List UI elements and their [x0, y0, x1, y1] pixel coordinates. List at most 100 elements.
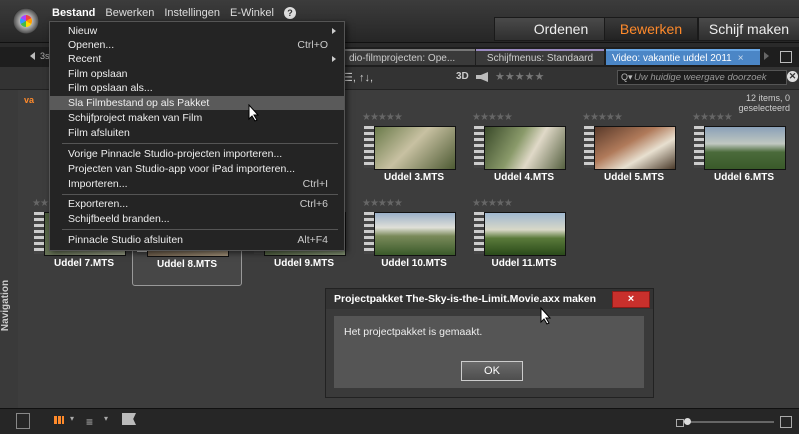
grid-view-icon[interactable]	[54, 416, 64, 424]
tab-schijfmenus[interactable]: Schijfmenus: Standaard	[476, 49, 604, 65]
list-view-dropdown-icon[interactable]: ▾	[104, 414, 108, 423]
zoom-slider-handle[interactable]	[684, 418, 691, 425]
search-input[interactable]: Uw huidige weergave doorzoek	[617, 70, 787, 85]
menu-item-label: Film afsluiten	[68, 127, 130, 139]
menu-item-ipad-importeren[interactable]: Projecten van Studio-app voor iPad impor…	[50, 162, 344, 176]
menu-item-openen[interactable]: Openen... Ctrl+O	[50, 38, 344, 52]
menu-item-recent[interactable]: Recent	[50, 52, 344, 66]
menu-item-importeren[interactable]: Importeren... Ctrl+I	[50, 177, 344, 191]
dialog-title: Projectpakket The-Sky-is-the-Limit.Movie…	[326, 289, 653, 309]
menu-item-label: Schijfproject maken van Film	[68, 112, 203, 124]
tab-video-vakantie[interactable]: Video: vakantie uddel 2011 ×	[606, 49, 760, 65]
menu-bar: Bestand Bewerken Instellingen E-Winkel ?	[52, 7, 296, 19]
film-strip-icon	[34, 212, 44, 254]
menu-bewerken[interactable]: Bewerken	[105, 7, 154, 19]
menu-separator	[62, 194, 338, 195]
menu-item-label: Importeren...	[68, 178, 128, 190]
grid-view-dropdown-icon[interactable]: ▾	[70, 414, 74, 423]
zoom-out-icon[interactable]	[676, 419, 684, 427]
menu-instellingen[interactable]: Instellingen	[164, 7, 220, 19]
navigation-label: Navigation	[0, 279, 12, 332]
menu-item-vorige-projecten-importeren[interactable]: Vorige Pinnacle Studio-projecten importe…	[50, 147, 344, 161]
clip-item[interactable]: ★★★★★ Uddel 10.MTS	[360, 198, 468, 278]
clip-item[interactable]: ★★★★★ Uddel 11.MTS	[470, 198, 578, 278]
film-strip-icon	[694, 126, 704, 168]
clip-rating[interactable]: ★★★★★	[582, 112, 623, 123]
tab-close-icon[interactable]: ×	[738, 53, 744, 64]
menu-item-label: Projecten van Studio-app voor iPad impor…	[68, 163, 296, 175]
clip-thumbnail	[704, 126, 786, 170]
menu-item-schijfproject[interactable]: Schijfproject maken van Film	[50, 111, 344, 125]
menu-item-label: Vorige Pinnacle Studio-projecten importe…	[68, 148, 283, 160]
menu-item-sla-op-als-pakket[interactable]: Sla Filmbestand op als Pakket	[50, 96, 344, 110]
bestand-menu: Nieuw Openen... Ctrl+O Recent Film opslaa…	[49, 21, 345, 251]
menu-item-exporteren[interactable]: Exporteren... Ctrl+6	[50, 197, 344, 211]
ok-button[interactable]: OK	[461, 361, 523, 381]
menu-separator	[62, 229, 338, 230]
mode-bewerken-button[interactable]: Bewerken	[604, 17, 698, 41]
tab-filmprojecten[interactable]: dio-filmprojecten: Ope...	[343, 49, 475, 65]
mode-schijf-maken-button[interactable]: Schijf maken	[698, 17, 799, 41]
audio-filter-icon[interactable]	[476, 72, 488, 82]
clip-name: Uddel 7.MTS	[53, 258, 114, 269]
clip-rating[interactable]: ★★★★★	[472, 198, 513, 209]
clip-item[interactable]: ★★★★★ Uddel 6.MTS	[690, 112, 798, 192]
clip-rating[interactable]: ★★★★★	[692, 112, 733, 123]
clip-item[interactable]: ★★★★★ Uddel 5.MTS	[580, 112, 688, 192]
tab-scroll-right-icon[interactable]	[764, 52, 769, 60]
clip-rating[interactable]: ★★★★★	[362, 198, 403, 209]
film-strip-icon	[474, 212, 484, 254]
menu-item-label: Pinnacle Studio afsluiten	[68, 234, 183, 246]
menu-item-label: Nieuw	[68, 25, 98, 37]
menu-item-shortcut: Ctrl+6	[299, 198, 328, 210]
menu-bestand[interactable]: Bestand	[52, 7, 95, 19]
clip-name: Uddel 5.MTS	[603, 172, 664, 183]
menu-item-shortcut: Ctrl+O	[297, 39, 328, 51]
clip-name: Uddel 9.MTS	[273, 258, 334, 269]
search-icon[interactable]: Q▾	[621, 72, 633, 83]
clip-name: Uddel 8.MTS	[156, 259, 217, 270]
clip-thumbnail	[484, 212, 566, 256]
menu-item-afsluiten[interactable]: Pinnacle Studio afsluiten Alt+F4	[50, 233, 344, 247]
clear-search-icon[interactable]: ✕	[787, 71, 798, 82]
help-icon[interactable]: ?	[284, 7, 296, 19]
projectpakket-dialog: Projectpakket The-Sky-is-the-Limit.Movie…	[325, 288, 654, 398]
film-strip-icon	[364, 212, 374, 254]
clip-item[interactable]: ★★★★★ Uddel 4.MTS	[470, 112, 578, 192]
dialog-message: Het projectpakket is gemaakt.	[344, 326, 483, 338]
clip-item[interactable]: ★★★★★ Uddel 3.MTS	[360, 112, 468, 192]
menu-item-label: Schijfbeeld branden...	[68, 213, 170, 225]
clip-rating[interactable]: ★★★★★	[472, 112, 513, 123]
clip-name: Uddel 10.MTS	[381, 258, 447, 269]
list-view-icon[interactable]: ≡	[86, 415, 93, 429]
tab-scroll-left-icon[interactable]	[30, 52, 35, 60]
dialog-body: Het projectpakket is gemaakt. OK	[334, 316, 644, 388]
sort-control[interactable]: ☰, ↑↓,	[343, 71, 373, 84]
flag-icon[interactable]	[122, 413, 136, 425]
dock-icon[interactable]	[780, 51, 792, 63]
menu-item-label: Openen...	[68, 39, 115, 51]
rating-filter[interactable]: ★★★★★	[495, 70, 544, 83]
menu-item-label: Sla Filmbestand op als Pakket	[68, 97, 210, 109]
menu-item-film-opslaan[interactable]: Film opslaan	[50, 67, 344, 81]
zoom-in-icon[interactable]	[780, 416, 792, 428]
app-logo-icon[interactable]	[13, 8, 39, 34]
navigation-panel[interactable]: Navigation	[0, 90, 18, 408]
submenu-arrow-icon	[332, 56, 336, 62]
menu-item-film-opslaan-als[interactable]: Film opslaan als...	[50, 81, 344, 95]
collection-row-fragment: va	[24, 95, 35, 105]
zoom-slider[interactable]	[686, 421, 774, 423]
menu-item-schijfbeeld-branden[interactable]: Schijfbeeld branden...	[50, 212, 344, 226]
clip-thumbnail	[594, 126, 676, 170]
dialog-close-button[interactable]: ×	[612, 291, 650, 308]
clip-rating[interactable]: ★★★★★	[362, 112, 403, 123]
menu-item-label: Film opslaan	[68, 68, 128, 80]
3d-filter-button[interactable]: 3D	[456, 71, 469, 82]
document-icon[interactable]	[16, 413, 30, 429]
menu-item-film-afsluiten[interactable]: Film afsluiten	[50, 126, 344, 140]
menu-item-nieuw[interactable]: Nieuw	[50, 24, 344, 38]
menu-item-label: Recent	[68, 53, 102, 65]
clip-name: Uddel 3.MTS	[383, 172, 444, 183]
menu-e-winkel[interactable]: E-Winkel	[230, 7, 274, 19]
clip-thumbnail	[484, 126, 566, 170]
